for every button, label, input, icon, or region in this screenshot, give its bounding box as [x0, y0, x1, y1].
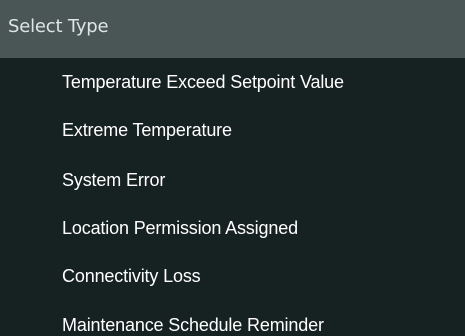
dropdown-placeholder: Select Type	[8, 16, 109, 37]
option-label: System Error	[62, 170, 166, 190]
option-extreme-temperature[interactable]: Extreme Temperature	[0, 106, 465, 154]
option-location-permission-assigned[interactable]: Location Permission Assigned	[0, 204, 465, 252]
option-temperature-exceed-setpoint-value[interactable]: Temperature Exceed Setpoint Value	[0, 58, 465, 106]
option-system-error[interactable]: System Error	[0, 156, 465, 204]
dropdown-header[interactable]: Select Type	[0, 0, 465, 58]
option-label: Maintenance Schedule Reminder	[62, 315, 324, 335]
option-label: Connectivity Loss	[62, 266, 201, 286]
option-connectivity-loss[interactable]: Connectivity Loss	[0, 252, 465, 300]
option-label: Temperature Exceed Setpoint Value	[62, 72, 344, 92]
type-dropdown[interactable]: Select Type Temperature Exceed Setpoint …	[0, 0, 465, 336]
option-label: Location Permission Assigned	[62, 218, 298, 238]
option-label: Extreme Temperature	[62, 120, 232, 140]
option-maintenance-schedule-reminder[interactable]: Maintenance Schedule Reminder	[0, 301, 465, 336]
